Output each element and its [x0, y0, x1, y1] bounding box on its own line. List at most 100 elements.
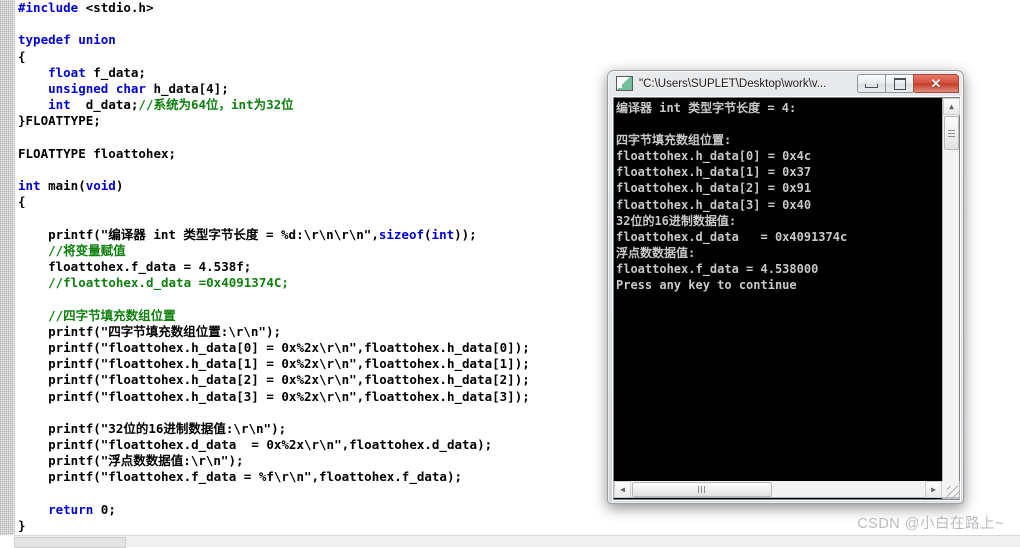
maximize-button[interactable] — [885, 74, 914, 93]
window-controls: ✕ — [857, 74, 959, 93]
close-icon: ✕ — [930, 76, 942, 91]
horizontal-scrollbar-thumb[interactable] — [632, 482, 772, 497]
code-line: //四字节填充数组位置 — [18, 308, 618, 324]
code-token: FLOATTYPE floattohex; — [18, 145, 177, 161]
editor-horizontal-scrollbar[interactable] — [14, 535, 1020, 548]
code-token: return — [48, 501, 94, 517]
console-horizontal-scrollbar[interactable]: ◀ ▶ — [613, 481, 960, 498]
code-token: printf("floattohex.h_data[1] = 0x%2x\r\n… — [18, 356, 530, 372]
watermark-text: CSDN @小白在路上~ — [857, 516, 1004, 532]
code-line: printf("floattohex.d_data = 0x%2x\r\n",f… — [18, 437, 618, 453]
code-line: float f_data; — [18, 65, 618, 81]
code-token: printf("floattohex.f_data = %f\r\n",floa… — [18, 469, 463, 485]
code-line: printf("floattohex.f_data = %f\r\n",floa… — [18, 469, 618, 485]
code-token: printf("浮点数数据值:\r\n"); — [18, 453, 244, 469]
code-line: //floattohex.d_data =0x4091374C; — [18, 275, 618, 291]
console-output-frame[interactable]: 编译器 int 类型字节长度 = 4: 四字节填充数组位置: floattohex… — [613, 97, 960, 500]
scroll-left-button[interactable]: ◀ — [614, 481, 631, 498]
console-output-line: 32位的16进制数据值: — [616, 213, 737, 228]
console-title-bar[interactable]: "C:\Users\SUPLET\Desktop\work\v... ✕ — [608, 71, 963, 96]
code-line: //将变量赋值 — [18, 243, 618, 259]
chevron-right-icon: ▶ — [931, 484, 936, 494]
code-line: int main(void) — [18, 178, 618, 194]
code-line: } — [18, 518, 618, 534]
code-line: printf("floattohex.h_data[2] = 0x%2x\r\n… — [18, 372, 618, 388]
code-token: //floattohex.d_data =0x4091374C; — [48, 275, 289, 291]
editor-horizontal-scrollbar-thumb[interactable] — [14, 537, 126, 548]
code-token: main( — [40, 178, 86, 194]
vertical-scrollbar-thumb[interactable] — [944, 116, 959, 150]
chevron-left-icon: ◀ — [620, 484, 625, 494]
code-token: 0; — [93, 501, 116, 517]
minimize-icon — [865, 84, 878, 88]
code-line: typedef union — [18, 32, 618, 48]
code-token: sizeof — [378, 226, 425, 242]
console-output-line: floattohex.h_data[1] = 0x37 — [616, 165, 812, 180]
console-output-line: floattohex.h_data[3] = 0x40 — [616, 197, 812, 212]
code-line: #include <stdio.h> — [18, 0, 618, 16]
code-token: printf("四字节填充数组位置:\r\n"); — [18, 323, 282, 339]
code-line: printf("floattohex.h_data[0] = 0x%2x\r\n… — [18, 340, 618, 356]
code-token: ) — [115, 178, 124, 194]
code-line: { — [18, 49, 618, 65]
code-token: int — [431, 226, 455, 242]
code-line: printf("floattohex.h_data[3] = 0x%2x\r\n… — [18, 389, 618, 405]
minimize-button[interactable] — [857, 74, 886, 93]
code-token: printf("floattohex.d_data = 0x%2x\r\n",f… — [18, 437, 493, 453]
code-token: printf("floattohex.h_data[2] = 0x%2x\r\n… — [18, 372, 530, 388]
grip-icon — [948, 129, 955, 137]
code-line: printf("编译器 int 类型字节长度 = %d:\r\n\r\n",si… — [18, 227, 618, 243]
code-token: unsigned char — [48, 80, 146, 96]
code-token: } — [18, 518, 26, 533]
code-token: int — [18, 178, 41, 194]
code-token: printf("floattohex.h_data[0] = 0x%2x\r\n… — [18, 339, 530, 355]
window-resize-grip[interactable] — [947, 486, 960, 499]
scroll-right-button[interactable]: ▶ — [925, 481, 942, 498]
code-token: typedef union — [18, 32, 116, 48]
console-output-line: 编译器 int 类型字节长度 = 4: — [616, 101, 797, 115]
code-line: printf("四字节填充数组位置:\r\n"); — [18, 324, 618, 340]
console-window-title: "C:\Users\SUPLET\Desktop\work\v... — [639, 77, 827, 90]
code-token: printf("floattohex.h_data[3] = 0x%2x\r\n… — [18, 388, 530, 404]
code-line: floattohex.f_data = 4.538f; — [18, 259, 618, 275]
code-text-area[interactable]: #include <stdio.h> typedef union{ float … — [18, 0, 618, 534]
console-window[interactable]: "C:\Users\SUPLET\Desktop\work\v... ✕ 编译器… — [607, 70, 964, 504]
code-token: void — [85, 178, 116, 194]
code-token: //四字节填充数组位置 — [48, 307, 176, 323]
code-token: <stdio.h> — [85, 0, 154, 15]
scroll-up-button[interactable]: ▲ — [943, 98, 960, 115]
code-token: { — [18, 194, 26, 210]
console-vertical-scrollbar[interactable]: ▲ ▼ — [942, 98, 960, 499]
code-token: //系统为64位，int为32位 — [138, 97, 294, 113]
code-line: printf("32位的16进制数据值:\r\n"); — [18, 421, 618, 437]
close-button[interactable]: ✕ — [913, 74, 959, 93]
code-token: int — [48, 97, 71, 113]
console-output-line: floattohex.h_data[0] = 0x4c — [616, 149, 812, 164]
console-output-line: 四字节填充数组位置: — [616, 133, 732, 148]
code-line: return 0; — [18, 502, 618, 518]
console-output-text: 编译器 int 类型字节长度 = 4: 四字节填充数组位置: floattohex… — [616, 100, 928, 293]
code-line: }FLOATTYPE; — [18, 113, 618, 129]
code-line: printf("浮点数数据值:\r\n"); — [18, 453, 618, 469]
code-line: FLOATTYPE floattohex; — [18, 146, 618, 162]
console-output-line: Press any key to continue — [616, 278, 797, 293]
console-output-line: floattohex.d_data = 0x4091374c — [616, 229, 848, 244]
code-token: ( — [424, 226, 432, 242]
code-token: h_data[4]; — [145, 80, 229, 96]
console-output-line: 浮点数数据值: — [616, 245, 696, 260]
code-line: printf("floattohex.h_data[1] = 0x%2x\r\n… — [18, 356, 618, 372]
code-line: { — [18, 194, 618, 210]
code-token: #include — [18, 0, 86, 15]
maximize-icon — [893, 77, 906, 90]
